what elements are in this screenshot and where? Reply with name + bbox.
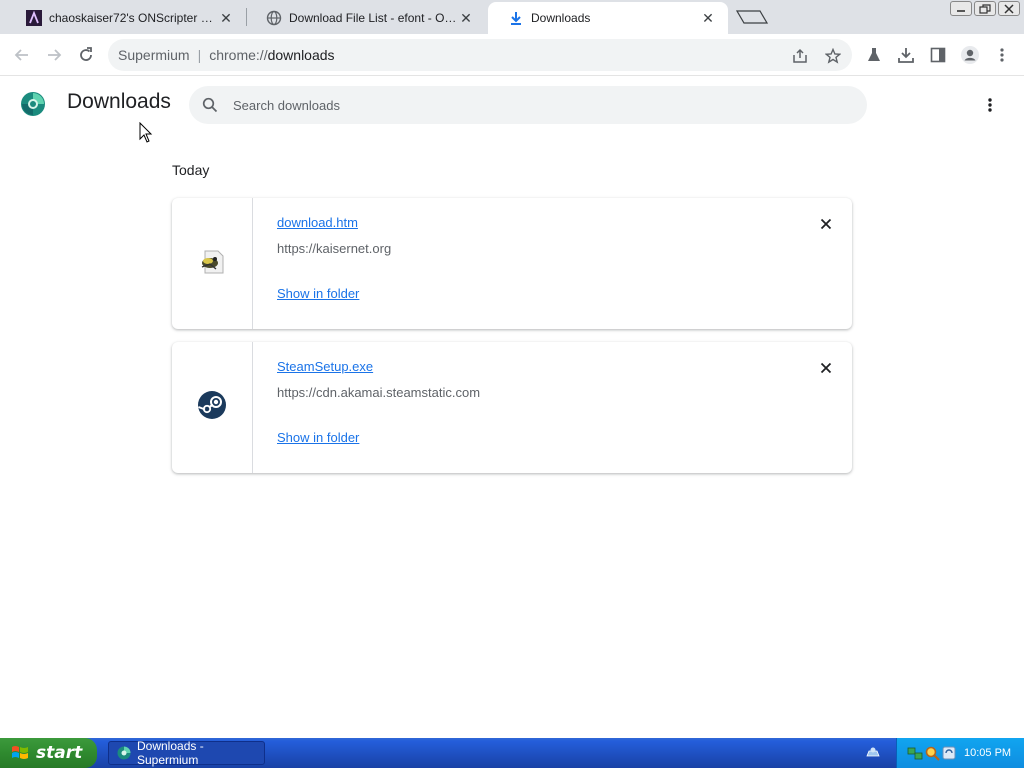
tab-onscripter[interactable]: chaoskaiser72's ONScripter Corner ✕	[6, 2, 246, 34]
system-tray: 10:05 PM	[896, 738, 1024, 768]
tray-notify-icon[interactable]	[864, 744, 882, 762]
browser-toolbar: Supermium | chrome://downloads	[0, 34, 1024, 76]
download-source-url: https://cdn.akamai.steamstatic.com	[277, 385, 481, 400]
tab-strip: chaoskaiser72's ONScripter Corner ✕ Down…	[0, 0, 1024, 34]
tab-title: Download File List - efont - OSDN	[289, 11, 458, 25]
reload-button[interactable]	[74, 43, 98, 67]
close-icon	[820, 218, 832, 230]
side-panel-icon[interactable]	[927, 44, 949, 66]
close-icon[interactable]: ✕	[458, 10, 474, 26]
reload-icon	[80, 47, 92, 61]
taskbar: start Downloads - Supermium 10:05 PM	[0, 738, 1024, 768]
search-tray-icon[interactable]	[924, 745, 940, 761]
page-title: Downloads	[67, 90, 171, 113]
url-path: downloads	[267, 47, 335, 63]
site-chip: Supermium	[118, 47, 190, 63]
downloads-toolbar-icon[interactable]	[895, 44, 917, 66]
remove-download-button[interactable]	[816, 214, 836, 234]
back-button[interactable]	[10, 43, 34, 67]
restore-button[interactable]	[974, 1, 996, 16]
share-icon[interactable]	[791, 47, 809, 65]
site-logo-icon	[26, 10, 42, 26]
sync-tray-icon[interactable]	[941, 745, 957, 761]
globe-icon	[266, 10, 282, 26]
close-icon	[820, 362, 832, 374]
html-file-icon	[196, 245, 228, 282]
network-icon[interactable]	[907, 745, 923, 761]
new-tab-button[interactable]	[735, 9, 769, 25]
forward-button[interactable]	[42, 43, 66, 67]
date-section-label: Today	[172, 162, 210, 178]
show-in-folder-link[interactable]: Show in folder	[277, 286, 359, 301]
file-icon-column	[172, 198, 253, 329]
download-item: download.htm https://kaisernet.org Show …	[172, 198, 852, 329]
windows-flag-icon	[10, 743, 30, 763]
more-actions-button[interactable]	[978, 93, 1002, 117]
download-source-url: https://kaisernet.org	[277, 241, 392, 256]
file-icon-column	[172, 342, 253, 473]
supermium-logo-icon	[117, 746, 131, 760]
taskbar-item-supermium[interactable]: Downloads - Supermium	[108, 739, 265, 767]
tab-title: Downloads	[531, 11, 591, 25]
profile-avatar-icon[interactable]	[959, 44, 981, 66]
start-button[interactable]: start	[0, 738, 97, 768]
download-arrow-icon	[508, 10, 524, 26]
more-vert-icon	[988, 98, 992, 112]
mouse-cursor-icon	[139, 121, 153, 144]
forward-arrow-icon	[48, 49, 62, 61]
close-icon[interactable]: ✕	[218, 10, 234, 26]
tab-downloads[interactable]: Downloads ✕	[488, 2, 728, 34]
show-in-folder-link[interactable]: Show in folder	[277, 430, 359, 445]
bookmark-star-icon[interactable]	[824, 47, 842, 65]
tab-osdn[interactable]: Download File List - efont - OSDN ✕	[246, 2, 486, 34]
search-input[interactable]	[233, 97, 833, 113]
taskbar-item-label: Downloads - Supermium	[137, 739, 204, 767]
url-scheme: chrome://	[209, 47, 268, 63]
download-filename-link[interactable]: SteamSetup.exe	[277, 359, 373, 374]
close-icon[interactable]: ✕	[700, 10, 716, 26]
omnibox-divider: |	[197, 47, 202, 63]
menu-kebab-icon[interactable]	[991, 44, 1013, 66]
search-icon	[201, 96, 219, 114]
system-clock: 10:05 PM	[964, 747, 1012, 759]
back-arrow-icon	[14, 49, 28, 61]
start-label: start	[36, 743, 83, 763]
address-bar[interactable]: Supermium | chrome://downloads	[108, 39, 852, 71]
supermium-logo-icon	[20, 91, 46, 117]
close-window-button[interactable]	[998, 1, 1020, 16]
search-downloads-field[interactable]	[189, 86, 867, 124]
remove-download-button[interactable]	[816, 358, 836, 378]
labs-flask-icon[interactable]	[863, 44, 885, 66]
download-filename-link[interactable]: download.htm	[277, 215, 358, 230]
download-item: SteamSetup.exe https://cdn.akamai.steams…	[172, 342, 852, 473]
minimize-button[interactable]	[950, 1, 972, 16]
tab-title: chaoskaiser72's ONScripter Corner	[49, 11, 218, 25]
window-controls	[950, 1, 1020, 16]
steam-icon	[197, 390, 227, 425]
